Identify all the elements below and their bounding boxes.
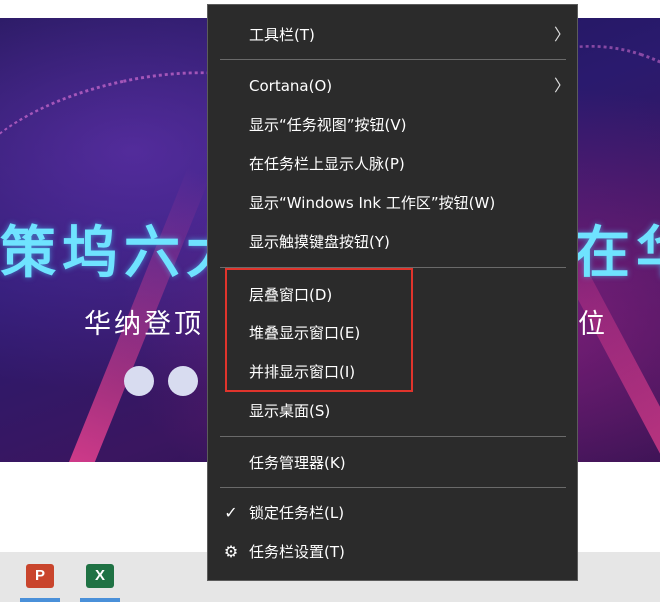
menu-item-task-manager[interactable]: 任务管理器(K) xyxy=(208,445,577,481)
menu-item-label: Cortana(O) xyxy=(249,77,333,95)
menu-item-show-task-view-button[interactable]: 显示“任务视图”按钮(V) xyxy=(208,107,577,143)
menu-item-toolbars[interactable]: 工具栏(T) 〉 xyxy=(208,17,577,53)
menu-item-label: 显示“任务视图”按钮(V) xyxy=(249,116,407,134)
menu-separator xyxy=(220,487,566,488)
active-app-indicator xyxy=(20,598,60,602)
excel-taskbar-icon[interactable]: X xyxy=(86,564,114,588)
menu-item-label: 显示触摸键盘按钮(Y) xyxy=(249,233,390,251)
menu-item-cortana[interactable]: Cortana(O) 〉 xyxy=(208,68,577,104)
menu-item-label: 任务管理器(K) xyxy=(249,454,346,472)
menu-item-lock-taskbar[interactable]: ✓ 锁定任务栏(L) xyxy=(208,495,577,531)
menu-separator xyxy=(220,59,566,60)
menu-item-show-people[interactable]: 在任务栏上显示人脉(P) xyxy=(208,146,577,182)
checkmark-icon: ✓ xyxy=(224,503,238,522)
menu-item-label: 显示桌面(S) xyxy=(249,402,331,420)
menu-item-label: 工具栏(T) xyxy=(249,26,315,44)
powerpoint-taskbar-icon[interactable]: P xyxy=(26,564,54,588)
gear-icon: ⚙ xyxy=(223,542,239,561)
menu-item-label: 在任务栏上显示人脉(P) xyxy=(249,155,405,173)
logo-circle xyxy=(168,366,198,396)
banner-subline-left: 华纳登顶 xyxy=(84,309,204,340)
red-highlight-box xyxy=(225,268,413,392)
menu-item-label: 任务栏设置(T) xyxy=(249,543,345,561)
menu-item-label: 锁定任务栏(L) xyxy=(249,504,345,522)
menu-item-taskbar-settings[interactable]: ⚙ 任务栏设置(T) xyxy=(208,534,577,570)
menu-separator xyxy=(220,436,566,437)
banner-logo-circles xyxy=(124,366,212,400)
chevron-right-icon: 〉 xyxy=(554,25,571,44)
active-app-indicator xyxy=(80,598,120,602)
menu-item-show-desktop[interactable]: 显示桌面(S) xyxy=(208,393,577,429)
menu-item-label: 显示“Windows Ink 工作区”按钮(W) xyxy=(249,194,496,212)
banner-subline-right: 位 xyxy=(578,309,608,340)
banner-headline-right: 在华 xyxy=(574,221,660,286)
logo-circle xyxy=(124,366,154,396)
menu-item-show-touch-keyboard-button[interactable]: 显示触摸键盘按钮(Y) xyxy=(208,224,577,260)
menu-item-show-windows-ink-button[interactable]: 显示“Windows Ink 工作区”按钮(W) xyxy=(208,185,577,221)
chevron-right-icon: 〉 xyxy=(554,76,571,95)
